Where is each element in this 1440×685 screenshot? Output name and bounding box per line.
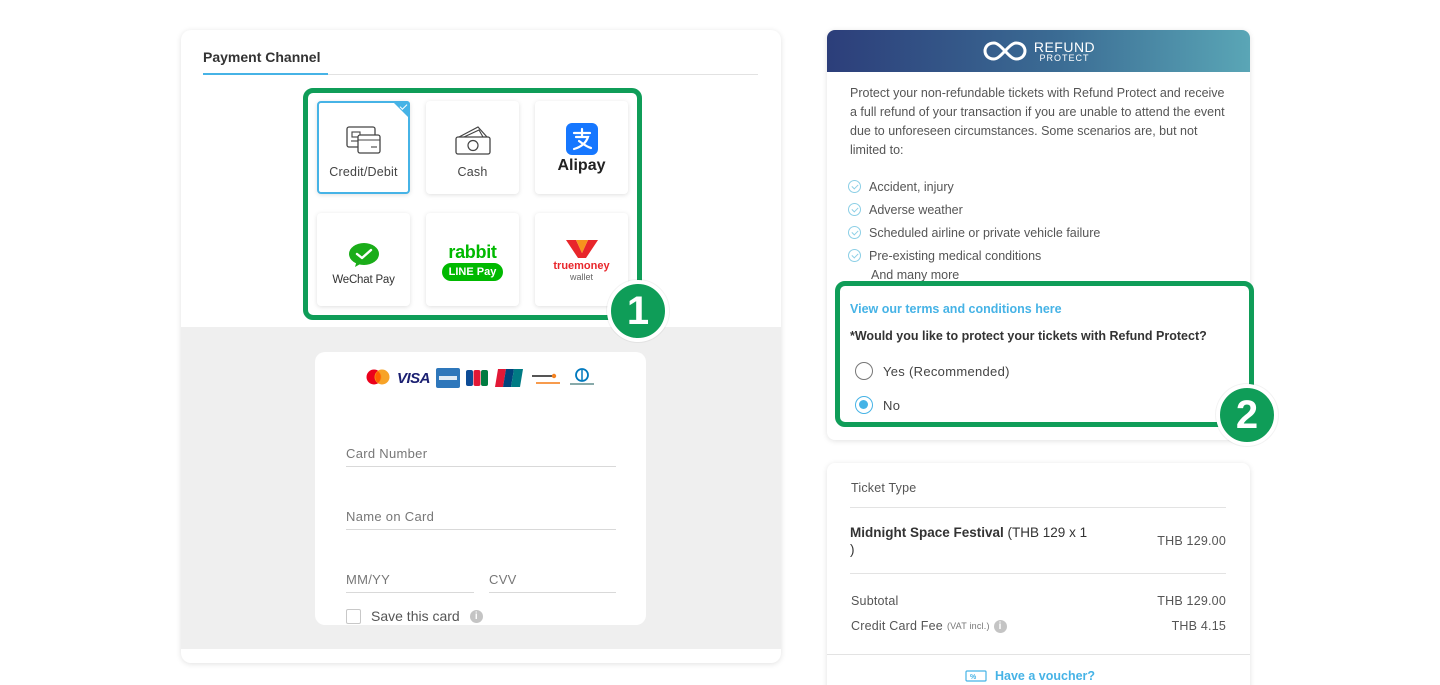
reason-text: Pre-existing medical conditions bbox=[869, 248, 1042, 263]
refund-reasons-list: Accident, injury Adverse weather Schedul… bbox=[848, 175, 1100, 267]
card-brand-logos: VISA bbox=[365, 368, 596, 388]
ticket-item-detail-end: ) bbox=[850, 542, 855, 557]
ticket-item-detail: (THB 129 x 1 bbox=[1007, 525, 1088, 540]
check-circle-icon bbox=[848, 180, 861, 193]
tab-payment-channel[interactable]: Payment Channel bbox=[203, 49, 320, 65]
expiry-placeholder: MM/YY bbox=[346, 572, 391, 587]
amex-logo bbox=[436, 368, 461, 388]
callout-badge-2: 2 bbox=[1216, 384, 1278, 446]
refund-description: Protect your non-refundable tickets with… bbox=[850, 86, 1225, 157]
more-reasons-text: And many more bbox=[871, 268, 960, 282]
discover-logo bbox=[530, 373, 563, 384]
reason-text: Adverse weather bbox=[869, 202, 963, 217]
check-circle-icon bbox=[848, 249, 861, 262]
voucher-link[interactable]: % Have a voucher? bbox=[965, 669, 1095, 683]
ticket-item-price: THB 129.00 bbox=[1157, 534, 1226, 548]
diners-club-logo bbox=[570, 368, 595, 385]
logo-line-refund: REFUND bbox=[1033, 38, 1096, 55]
svg-text:%: % bbox=[970, 674, 977, 681]
divider bbox=[850, 507, 1226, 508]
fee-label: Credit Card Fee bbox=[851, 619, 943, 633]
reason-text: Scheduled airline or private vehicle fai… bbox=[869, 225, 1101, 240]
name-on-card-placeholder: Name on Card bbox=[346, 509, 435, 524]
ticket-item-name: Midnight Space Festival (THB 129 x 1 ) bbox=[850, 524, 1120, 558]
info-icon[interactable]: i bbox=[993, 619, 1007, 633]
check-circle-icon bbox=[848, 226, 861, 239]
refund-protect-header: REFUND PROTECT bbox=[827, 30, 1250, 72]
divider bbox=[827, 654, 1250, 655]
unionpay-logo bbox=[495, 369, 524, 387]
refund-protect-logo: REFUND PROTECT bbox=[1034, 40, 1095, 63]
fee-row-label: Credit Card Fee (VAT incl.) i bbox=[851, 619, 1007, 633]
reason-text: Accident, injury bbox=[869, 179, 954, 194]
check-circle-icon bbox=[848, 203, 861, 216]
info-icon[interactable]: i bbox=[469, 609, 483, 623]
voucher-icon: % bbox=[965, 670, 987, 682]
cvv-placeholder: CVV bbox=[489, 572, 517, 587]
save-card-label: Save this card bbox=[371, 608, 460, 624]
ticket-type-label: Ticket Type bbox=[851, 481, 917, 495]
list-item: Adverse weather bbox=[848, 198, 1100, 221]
list-item: Accident, injury bbox=[848, 175, 1100, 198]
fee-note: (VAT incl.) bbox=[946, 621, 990, 631]
cvv-field[interactable]: CVV bbox=[489, 572, 616, 593]
tab-active-indicator bbox=[203, 73, 328, 75]
event-name: Midnight Space Festival bbox=[850, 525, 1004, 540]
name-on-card-field[interactable]: Name on Card bbox=[346, 509, 616, 530]
callout-box-2 bbox=[835, 281, 1254, 427]
visa-logo: VISA bbox=[397, 369, 431, 387]
logo-line-protect: PROTECT bbox=[1039, 52, 1090, 63]
infinity-logo-icon bbox=[983, 41, 1027, 61]
subtotal-label: Subtotal bbox=[851, 594, 899, 608]
divider bbox=[850, 573, 1226, 574]
expiry-field[interactable]: MM/YY bbox=[346, 572, 474, 593]
fee-value: THB 4.15 bbox=[1171, 619, 1226, 633]
mastercard-logo bbox=[366, 369, 390, 385]
save-card-checkbox[interactable] bbox=[346, 608, 361, 624]
list-item: Scheduled airline or private vehicle fai… bbox=[848, 221, 1100, 244]
callout-box-1 bbox=[303, 88, 642, 320]
subtotal-value: THB 129.00 bbox=[1157, 594, 1226, 608]
voucher-label: Have a voucher? bbox=[995, 669, 1096, 683]
list-item: Pre-existing medical conditions bbox=[848, 244, 1100, 267]
callout-badge-1: 1 bbox=[607, 280, 669, 342]
jcb-logo bbox=[466, 370, 489, 386]
card-number-placeholder: Card Number bbox=[346, 446, 428, 461]
save-card-row: Save this card i bbox=[346, 608, 483, 624]
card-number-field[interactable]: Card Number bbox=[346, 446, 616, 467]
order-summary-card: Ticket Type Midnight Space Festival (THB… bbox=[827, 463, 1250, 685]
card-details-form: VISA Card Number Name on Card MM/YY CVV … bbox=[315, 352, 646, 625]
